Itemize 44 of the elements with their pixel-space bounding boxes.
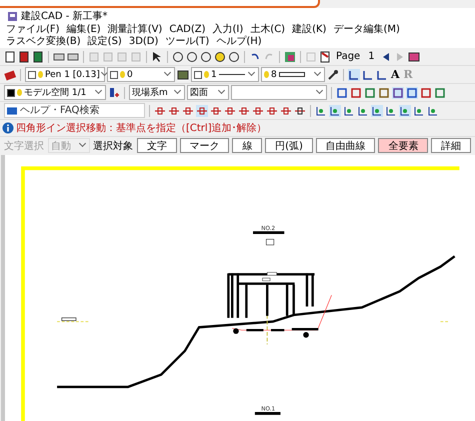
sheet-dropdown[interactable]: 図面 (187, 85, 229, 100)
new-file-icon[interactable] (4, 50, 16, 62)
menu-item[interactable]: 測量計算(V) (108, 24, 162, 36)
layer-dropdown[interactable]: 0 (107, 67, 175, 82)
page-icon[interactable] (319, 50, 331, 62)
unit-dropdown[interactable]: 現場系m (129, 85, 185, 100)
menu-item[interactable]: 入力(I) (212, 24, 244, 36)
status-message: 四角形イン選択移動：基準点を指定（[Ctrl]追加･解除） (16, 122, 267, 135)
filter-button[interactable]: 自由曲線 (316, 138, 376, 153)
menu-item[interactable]: 建設(K) (292, 24, 326, 36)
menu-item[interactable]: データ編集(M) (333, 24, 400, 36)
filter-button[interactable]: マーク (180, 138, 230, 153)
layers-icon[interactable] (284, 50, 296, 62)
info-icon (2, 122, 14, 134)
search-logo-icon (7, 106, 17, 114)
text-select-label: 文字選択 (4, 140, 44, 152)
target-label: 選択対象 (93, 140, 133, 152)
filter-button[interactable]: 円(弧) (265, 138, 313, 153)
toolbar-button[interactable]: A (390, 68, 401, 81)
menu-item[interactable]: CAD(Z) (169, 24, 206, 36)
menu-item[interactable]: 土木(C) (250, 24, 286, 36)
menu-item[interactable]: ラスベク変換(B) (6, 36, 81, 48)
filter-button[interactable]: 線 (232, 138, 262, 153)
space-dropdown[interactable]: モデル空間 1/1 (4, 85, 106, 100)
add-space-icon[interactable] (108, 86, 120, 98)
line-width-dropdown[interactable]: 8 (261, 67, 325, 82)
menu-item[interactable]: 設定(S) (88, 36, 122, 48)
menu-item[interactable]: 編集(E) (66, 24, 101, 36)
menu-item[interactable]: ツール(T) (165, 36, 210, 48)
page-number: 1 (368, 51, 375, 62)
window-title: 建設CAD - 新工事* (21, 10, 108, 23)
help-cursor-icon[interactable] (151, 50, 163, 62)
pen-dropdown[interactable]: Pen 1 [0.13] (25, 67, 105, 82)
menu-item[interactable]: ヘルプ(H) (216, 36, 262, 48)
app-icon (8, 12, 17, 20)
line-type-dropdown[interactable]: 1 (191, 67, 259, 82)
filter-button[interactable]: 詳細 (431, 138, 471, 153)
page-label: Page (336, 51, 360, 62)
filter-button[interactable]: 全要素 (378, 138, 428, 153)
lightbulb-icon[interactable] (214, 50, 226, 62)
filter-button[interactable]: 文字 (137, 138, 177, 153)
menu-item[interactable]: 3D(D) (128, 36, 158, 48)
menu-item[interactable]: ファイル(F) (6, 24, 60, 36)
eyedropper-icon[interactable] (327, 68, 339, 80)
